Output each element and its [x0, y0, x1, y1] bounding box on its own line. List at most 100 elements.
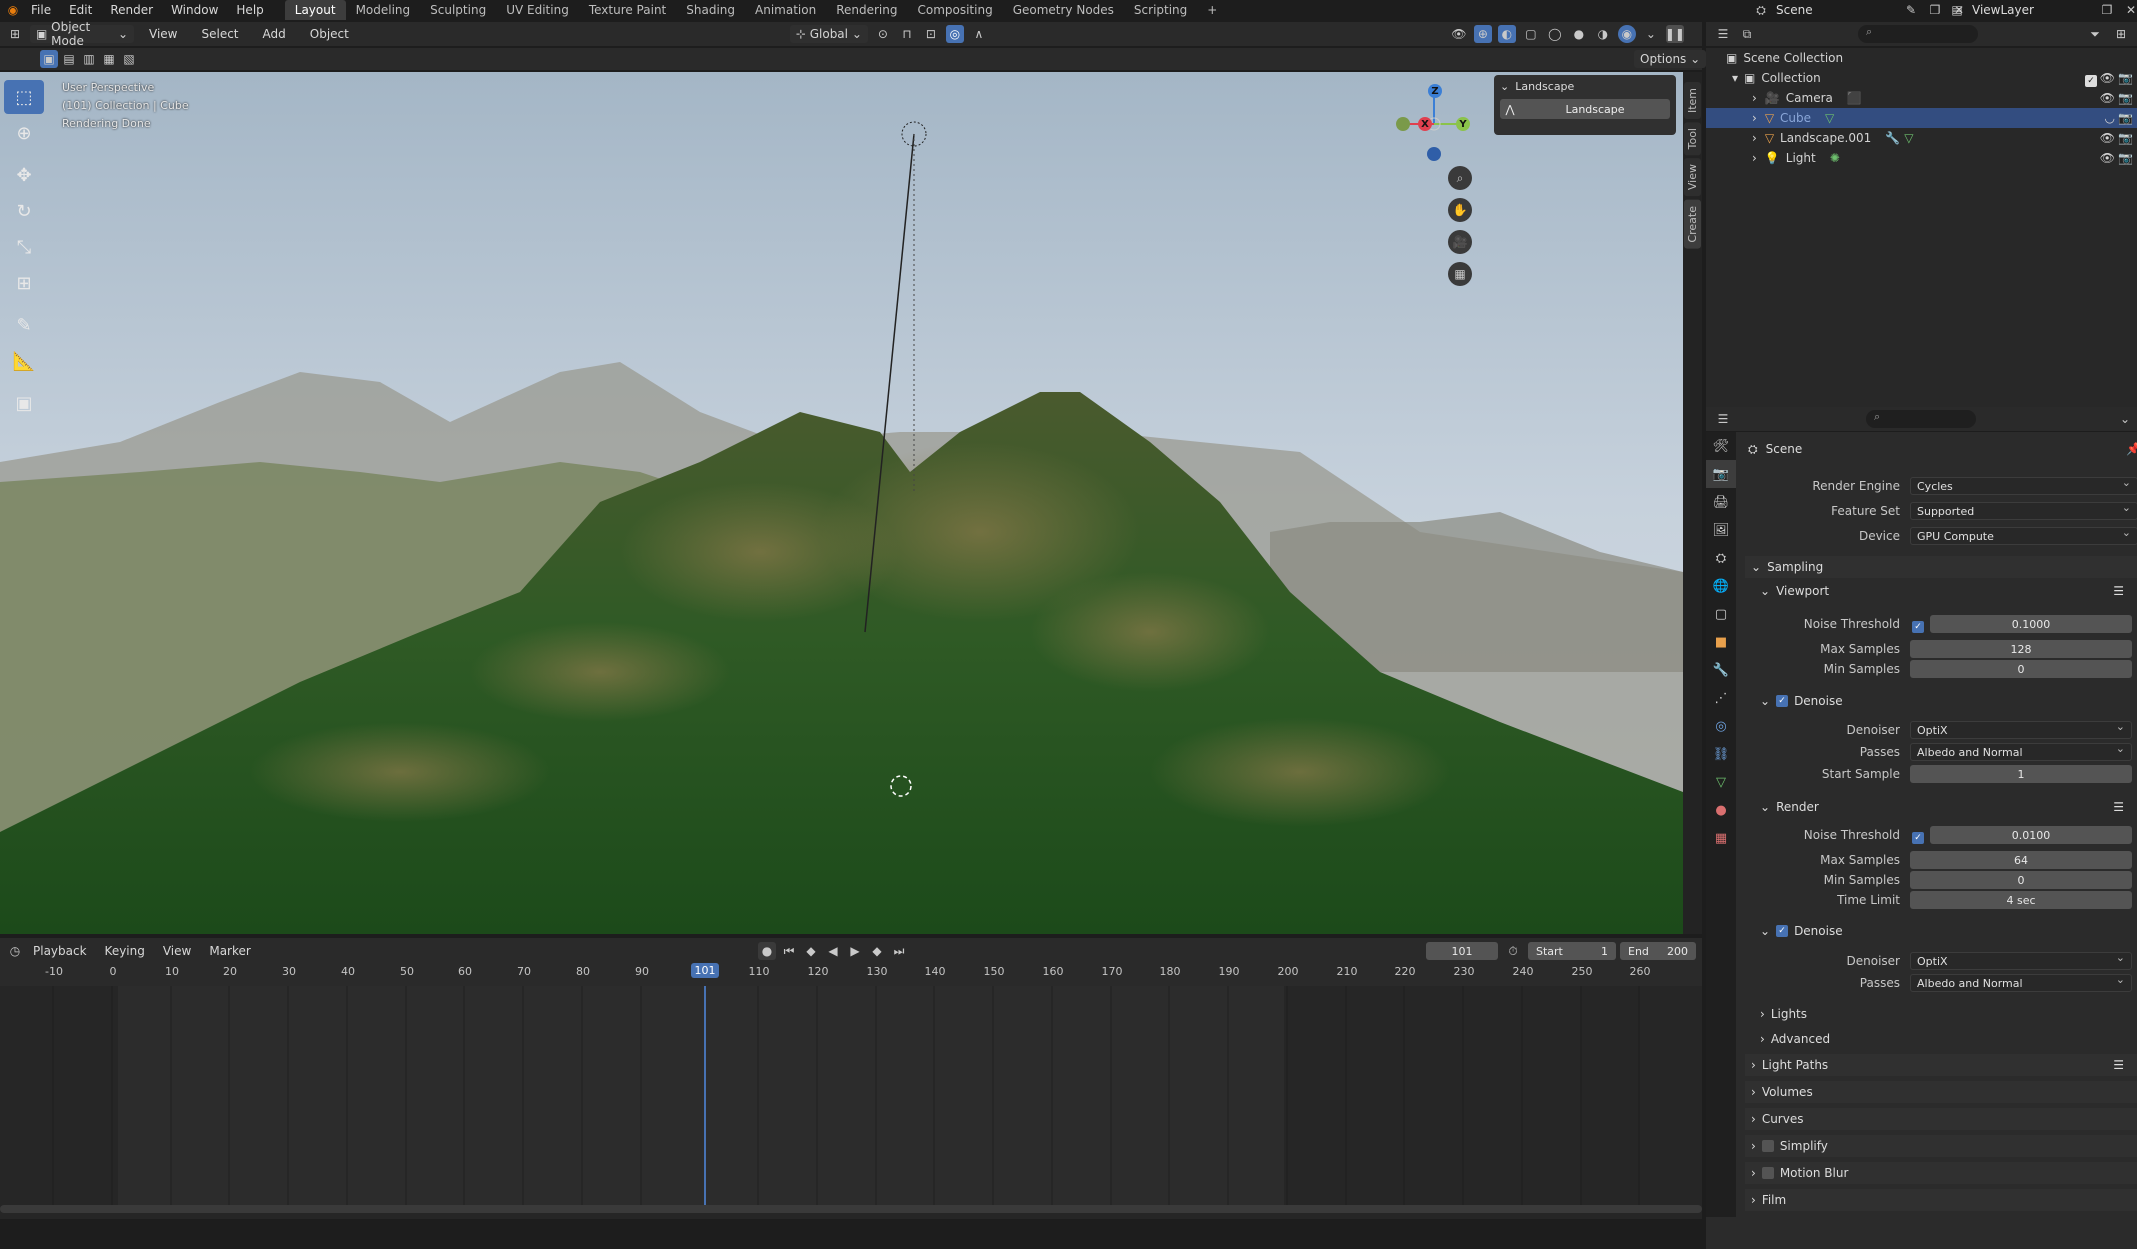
select-subtract-icon[interactable]: ▥	[80, 50, 98, 68]
transform-icon[interactable]: ⊞	[4, 266, 44, 300]
start-frame-field[interactable]: Start 1	[1528, 942, 1616, 960]
visibility-icon[interactable]: 👁	[1450, 25, 1468, 43]
noise-threshold-checkbox[interactable]: ✓	[1912, 618, 1924, 633]
select-intersect-icon[interactable]: ▧	[120, 50, 138, 68]
tab-sculpting[interactable]: Sculpting	[420, 0, 496, 20]
menu-window[interactable]: Window	[162, 0, 227, 20]
current-frame-indicator[interactable]: 101	[691, 963, 719, 978]
light-paths-panel-header[interactable]: › Light Paths ☰	[1745, 1054, 2137, 1076]
select-invert-icon[interactable]: ▦	[100, 50, 118, 68]
camera-render-icon[interactable]: 📷	[2118, 111, 2133, 125]
gizmo-x-axis[interactable]: X	[1418, 117, 1432, 131]
tab-uv-editing[interactable]: UV Editing	[496, 0, 579, 20]
simplify-checkbox[interactable]	[1761, 1140, 1774, 1152]
wireframe-shading-icon[interactable]: ◯	[1546, 25, 1564, 43]
blender-logo-icon[interactable]: ◉	[4, 1, 22, 19]
ortho-grid-icon[interactable]: ▦	[1448, 262, 1472, 286]
landscape-button[interactable]: ⋀ Landscape	[1500, 99, 1670, 119]
tab-compositing[interactable]: Compositing	[907, 0, 1002, 20]
camera-render-icon[interactable]: 📷	[2118, 131, 2133, 145]
material-tab-icon[interactable]: ●	[1706, 796, 1736, 824]
view-layer-name[interactable]: ViewLayer	[1972, 3, 2092, 17]
tab-geometry-nodes[interactable]: Geometry Nodes	[1003, 0, 1124, 20]
output-tab-icon[interactable]: 🖨	[1706, 488, 1736, 516]
gizmo-z-axis[interactable]: Z	[1428, 84, 1442, 98]
eye-icon[interactable]: 👁	[2100, 131, 2115, 145]
collection-row[interactable]: ▾ ▣ Collection ✓ 👁 📷	[1706, 68, 2137, 88]
menu-help[interactable]: Help	[227, 0, 272, 20]
collection-tab-icon[interactable]: ▢	[1706, 600, 1736, 628]
data-tab-icon[interactable]: ▽	[1706, 768, 1736, 796]
current-frame-field[interactable]: 101	[1426, 942, 1498, 960]
render-denoise-header[interactable]: ⌄ ✓ Denoise	[1754, 920, 2137, 942]
camera-render-icon[interactable]: 📷	[2118, 151, 2133, 165]
snap-icon[interactable]: ⊓	[898, 25, 916, 43]
close-icon[interactable]: ✕	[2122, 1, 2137, 19]
new-scene-icon[interactable]: ❐	[1926, 1, 1944, 19]
rotate-icon[interactable]: ↻	[4, 194, 44, 228]
add-cube-icon[interactable]: ▣	[4, 386, 44, 420]
chevron-right-icon[interactable]: ›	[1752, 131, 1757, 145]
gizmo-y-axis[interactable]: Y	[1456, 117, 1470, 131]
advanced-subpanel-header[interactable]: › Advanced	[1754, 1028, 2137, 1050]
passes-dropdown[interactable]: Albedo and Normal	[1910, 742, 2132, 761]
select-new-icon[interactable]: ▣	[40, 50, 58, 68]
snap-target-icon[interactable]: ⊡	[922, 25, 940, 43]
eye-icon[interactable]: 👁	[2100, 91, 2115, 105]
menu-edit[interactable]: Edit	[60, 0, 101, 20]
editor-type-icon[interactable]: ⊞	[6, 25, 24, 43]
constraints-tab-icon[interactable]: ⛓	[1706, 740, 1736, 768]
filter-icon[interactable]: ⏷	[2086, 25, 2104, 43]
denoise-checkbox[interactable]: ✓	[1776, 695, 1789, 707]
next-keyframe-icon[interactable]: ◆	[868, 942, 886, 960]
falloff-icon[interactable]: ∧	[970, 25, 988, 43]
modifier-icon[interactable]: 🔧	[1885, 131, 1900, 145]
shading-options-icon[interactable]: ⌄	[1642, 25, 1660, 43]
chevron-right-icon[interactable]: ›	[1752, 111, 1757, 125]
tab-view[interactable]: View	[1684, 158, 1701, 197]
view-layer-tab-icon[interactable]: 🖼	[1706, 516, 1736, 544]
material-shading-icon[interactable]: ◑	[1594, 25, 1612, 43]
select-box-icon[interactable]: ⬚	[4, 80, 44, 114]
passes-dropdown[interactable]: Albedo and Normal	[1910, 973, 2132, 992]
pin-icon[interactable]: ✎	[1902, 1, 1920, 19]
editor-type-icon[interactable]: ☰	[1714, 410, 1732, 428]
noise-threshold-field[interactable]: 0.1000	[1930, 615, 2132, 633]
noise-threshold-checkbox[interactable]: ✓	[1912, 829, 1924, 844]
jump-start-icon[interactable]: ⏮	[780, 942, 798, 960]
volumes-panel-header[interactable]: › Volumes	[1745, 1081, 2137, 1103]
menu-playback[interactable]: Playback	[24, 941, 96, 961]
select-extend-icon[interactable]: ▤	[60, 50, 78, 68]
eye-icon[interactable]: ◡	[2105, 111, 2115, 125]
render-engine-dropdown[interactable]: Cycles	[1910, 476, 2137, 495]
device-dropdown[interactable]: GPU Compute	[1910, 526, 2137, 545]
stopwatch-icon[interactable]: ⏱	[1504, 942, 1522, 960]
outliner-item-camera[interactable]: › 🎥 Camera ⬛ 👁 📷	[1706, 88, 2137, 108]
menu-view[interactable]: View	[140, 24, 186, 44]
menu-object[interactable]: Object	[301, 24, 358, 44]
editor-type-icon[interactable]: ☰	[1714, 25, 1732, 43]
zoom-icon[interactable]: ⌕	[1448, 166, 1472, 190]
timeline-ruler[interactable]	[0, 964, 1702, 986]
editor-type-icon[interactable]: ◷	[6, 942, 24, 960]
menu-marker[interactable]: Marker	[200, 941, 259, 961]
motion-blur-checkbox[interactable]	[1761, 1167, 1774, 1179]
checkbox-icon[interactable]: ✓	[2085, 72, 2097, 87]
tab-create[interactable]: Create	[1684, 199, 1701, 249]
modifier-tab-icon[interactable]: 🔧	[1706, 656, 1736, 684]
rendered-shading-icon[interactable]: ◉	[1617, 25, 1636, 43]
presets-list-icon[interactable]: ☰	[2113, 1058, 2124, 1072]
3d-viewport[interactable]: User Perspective (101) Collection | Cube…	[0, 72, 1683, 934]
noise-threshold-field[interactable]: 0.0100	[1930, 826, 2132, 844]
min-samples-field[interactable]: 0	[1910, 660, 2132, 678]
time-limit-field[interactable]: 4 sec	[1910, 891, 2132, 909]
outliner-item-light[interactable]: › 💡 Light ✺ 👁 📷	[1706, 148, 2137, 168]
light-data-icon[interactable]: ✺	[1830, 151, 1840, 165]
mode-dropdown[interactable]: ▣ Object Mode ⌄	[30, 20, 134, 48]
motion-blur-panel-header[interactable]: › Motion Blur	[1745, 1162, 2137, 1184]
measure-icon[interactable]: 📐	[4, 344, 44, 378]
min-samples-field[interactable]: 0	[1910, 871, 2132, 889]
denoise-checkbox[interactable]: ✓	[1776, 925, 1789, 937]
camera-render-icon[interactable]: 📷	[2118, 71, 2133, 85]
viewport-denoise-header[interactable]: ⌄ ✓ Denoise	[1754, 690, 2137, 712]
